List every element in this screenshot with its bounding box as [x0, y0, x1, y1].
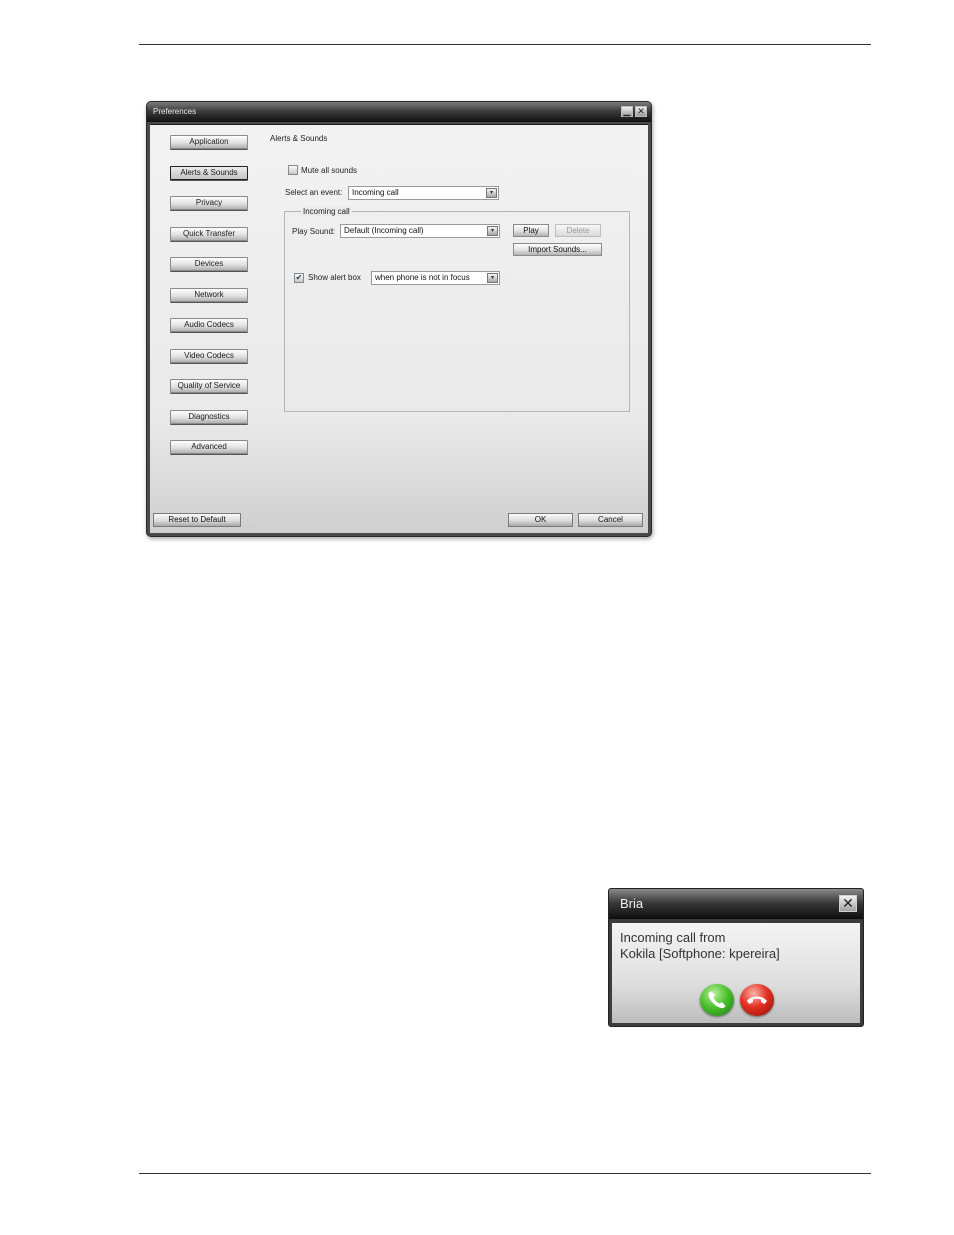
nav-button-diagnostics[interactable]: Diagnostics — [170, 409, 248, 424]
preferences-window: Preferences ▁ ✕ Application Alerts & Soun… — [146, 101, 652, 537]
nav-button-advanced[interactable]: Advanced — [170, 440, 248, 454]
import-sounds-button[interactable]: Import Sounds... — [513, 243, 602, 256]
mute-all-label: Mute all sounds — [301, 166, 358, 175]
group-title: Incoming call — [301, 207, 352, 216]
nav-button-video-codecs[interactable]: Video Codecs — [170, 348, 248, 363]
phone-answer-icon — [708, 991, 726, 1009]
close-icon[interactable]: ✕ — [635, 106, 647, 117]
select-event-value: Incoming call — [352, 188, 399, 197]
preferences-titlebar[interactable]: Preferences ▁ ✕ — [147, 102, 651, 122]
play-sound-dropdown[interactable]: Default (Incoming call) ▾ — [340, 224, 500, 238]
minimize-icon[interactable]: ▁ — [621, 106, 633, 117]
select-event-label: Select an event: — [285, 188, 343, 197]
preferences-client: Application Alerts & Sounds Privacy Quick T… — [150, 124, 648, 533]
nav-button-quality-of-service[interactable]: Quality of Service — [170, 379, 248, 393]
answer-call-button[interactable] — [700, 984, 734, 1016]
decline-call-button[interactable] — [740, 984, 774, 1016]
chevron-down-icon[interactable]: ▾ — [487, 226, 498, 236]
play-sound-value: Default (Incoming call) — [344, 226, 424, 235]
popup-titlebar[interactable]: Bria ✕ — [609, 889, 863, 919]
bottom-rule — [139, 1173, 871, 1174]
incoming-call-popup: Bria ✕ Incoming call from Kokila [Softph… — [608, 888, 864, 1027]
incoming-call-message: Incoming call from Kokila [Softphone: kp… — [620, 930, 780, 962]
cancel-button[interactable]: Cancel — [578, 513, 643, 527]
caller-id: Kokila [Softphone: kpereira] — [620, 946, 780, 961]
chevron-down-icon[interactable]: ▾ — [487, 273, 498, 283]
nav-button-devices[interactable]: Devices — [170, 257, 248, 271]
ok-button[interactable]: OK — [508, 513, 573, 527]
reset-to-default-button[interactable]: Reset to Default — [153, 513, 241, 527]
nav-button-network[interactable]: Network — [170, 287, 248, 302]
incoming-call-group: Incoming call Play Sound: Default (Incom… — [284, 207, 630, 412]
close-icon[interactable]: ✕ — [839, 895, 857, 912]
show-alert-checkbox[interactable]: ✔ — [294, 273, 304, 283]
play-button[interactable]: Play — [513, 224, 549, 237]
play-sound-label: Play Sound: — [292, 227, 336, 236]
mute-all-checkbox[interactable] — [288, 165, 298, 175]
window-title: Preferences — [153, 107, 197, 116]
chevron-down-icon[interactable]: ▾ — [486, 188, 497, 198]
nav-button-application[interactable]: Application — [170, 135, 248, 149]
show-alert-label: Show alert box — [308, 273, 361, 282]
delete-button[interactable]: Delete — [555, 224, 601, 237]
nav-button-quick-transfer[interactable]: Quick Transfer — [170, 226, 248, 241]
nav-button-privacy[interactable]: Privacy — [170, 196, 248, 210]
top-rule — [139, 44, 871, 45]
popup-body: Incoming call from Kokila [Softphone: kp… — [612, 923, 860, 1023]
message-line-1: Incoming call from — [620, 930, 726, 945]
panel-heading: Alerts & Sounds — [270, 134, 328, 143]
popup-title: Bria — [620, 896, 644, 911]
phone-hangup-icon — [747, 996, 767, 1004]
nav-button-alerts-sounds[interactable]: Alerts & Sounds — [170, 165, 248, 180]
show-alert-value: when phone is not in focus — [375, 273, 470, 282]
nav-button-audio-codecs[interactable]: Audio Codecs — [170, 318, 248, 332]
select-event-dropdown[interactable]: Incoming call ▾ — [348, 186, 499, 200]
show-alert-dropdown[interactable]: when phone is not in focus ▾ — [371, 271, 500, 285]
